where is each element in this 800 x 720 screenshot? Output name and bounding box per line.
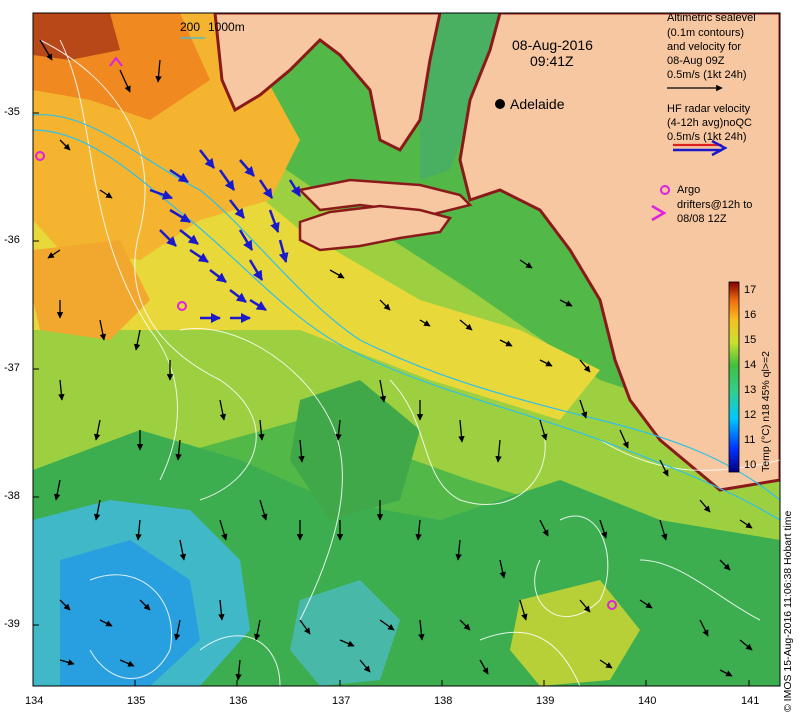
lat-label: -36 <box>4 234 20 246</box>
colorbar-tick: 11 <box>744 434 756 446</box>
lon-label: 140 <box>638 695 657 707</box>
colorbar-tick: 13 <box>744 384 757 396</box>
colorbar-tick: 16 <box>744 309 757 321</box>
lon-label: 141 <box>741 695 760 707</box>
depth-legend-1000: 1000m <box>208 20 245 34</box>
colorbar-title: Temp (°C) n18 45% ql>=2 <box>760 351 772 472</box>
depth-legend-200: 200 <box>180 20 201 34</box>
legend-argo-line1: Argo <box>677 184 701 196</box>
lon-label: 135 <box>127 695 146 707</box>
imos-credit: © IMOS 15-Aug-2016 11:06:38 Hobart time <box>782 510 794 712</box>
legend-hf-line1: HF radar velocity <box>667 103 751 115</box>
legend-altimetry-line4: 08-Aug 09Z <box>667 55 725 67</box>
city-marker <box>495 99 505 109</box>
lat-label: -35 <box>4 106 20 118</box>
colorbar <box>728 281 740 473</box>
map-time: 09:41Z <box>530 53 574 69</box>
city-label-adelaide: Adelaide <box>510 96 565 112</box>
map-date: 08-Aug-2016 <box>512 37 593 53</box>
lat-label: -37 <box>4 362 20 374</box>
legend-altimetry-line5: 0.5m/s (1kt 24h) <box>667 69 747 81</box>
legend-argo-line2: drifters@12h to <box>677 199 753 211</box>
legend-hf-line2: (4-12h avg)noQC <box>667 117 752 129</box>
legend-altimetry-line1: Altimetric sealevel <box>667 12 756 24</box>
lon-label: 138 <box>434 695 453 707</box>
lon-label: 137 <box>332 695 351 707</box>
colorbar-tick: 17 <box>744 284 757 296</box>
colorbar-tick: 15 <box>744 334 757 346</box>
lon-label: 136 <box>229 695 248 707</box>
legend-altimetry-line3: and velocity for <box>667 41 741 53</box>
colorbar-tick: 10 <box>744 459 757 471</box>
colorbar-tick: 12 <box>744 409 757 421</box>
legend-altimetry-line2: (0.1m contours) <box>667 27 745 39</box>
colorbar-tick: 14 <box>744 359 757 371</box>
lat-label: -39 <box>4 618 20 630</box>
legend-hf-line3: 0.5m/s (1kt 24h) <box>667 131 747 143</box>
lon-label: 134 <box>25 695 44 707</box>
lat-label: -38 <box>4 490 20 502</box>
legend-argo-line3: 08/08 12Z <box>677 213 727 225</box>
lon-label: 139 <box>536 695 555 707</box>
